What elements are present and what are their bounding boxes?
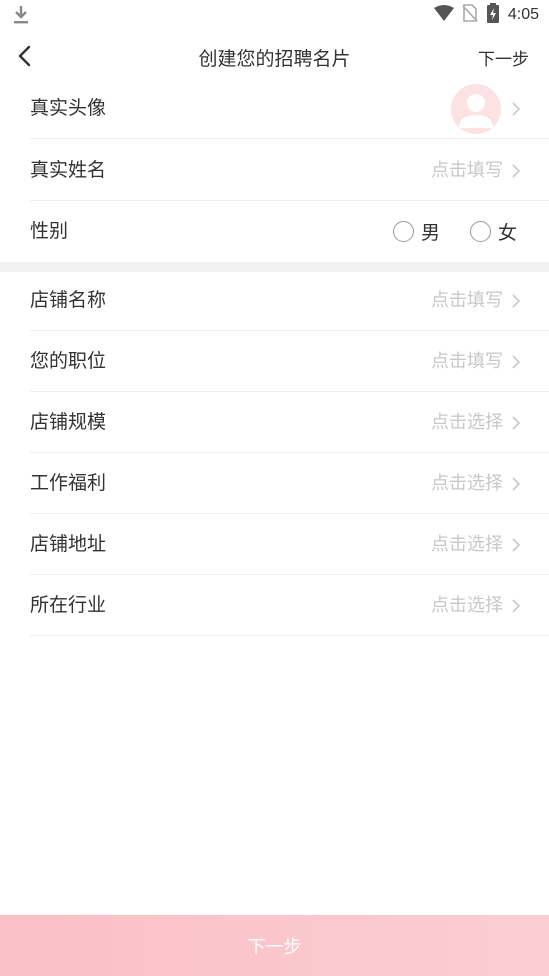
chevron-right-icon bbox=[512, 294, 521, 308]
name-label: 真实姓名 bbox=[30, 159, 107, 181]
store-row-label: 所在行业 bbox=[30, 594, 107, 616]
store-row[interactable]: 店铺地址 点击选择 bbox=[30, 514, 549, 575]
chevron-right-icon bbox=[512, 538, 521, 552]
page-title: 创建您的招聘名片 bbox=[198, 48, 351, 70]
chevron-right-icon bbox=[512, 599, 521, 613]
store-row-value: 点击选择 bbox=[431, 595, 503, 616]
name-value: 点击填写 bbox=[431, 160, 503, 181]
chevron-right-icon bbox=[512, 477, 521, 491]
store-row-value: 点击选择 bbox=[431, 473, 503, 494]
chevron-right-icon bbox=[512, 355, 521, 369]
store-row[interactable]: 所在行业 点击选择 bbox=[30, 575, 549, 636]
store-row-value: 点击填写 bbox=[431, 290, 503, 311]
gender-row: 性别 男 女 bbox=[30, 201, 549, 262]
store-row[interactable]: 工作福利 点击选择 bbox=[30, 453, 549, 514]
store-row-label: 您的职位 bbox=[30, 350, 107, 372]
user-avatar-icon bbox=[459, 94, 493, 128]
store-row-label: 工作福利 bbox=[30, 472, 107, 494]
avatar-row[interactable]: 真实头像 bbox=[30, 78, 549, 139]
gender-male-radio[interactable]: 男 bbox=[392, 218, 440, 245]
store-row-label: 店铺规模 bbox=[30, 411, 107, 433]
status-bar: 4:05 bbox=[0, 0, 549, 30]
next-step-button[interactable]: 下一步 bbox=[0, 915, 549, 976]
next-step-button-label: 下一步 bbox=[247, 936, 302, 958]
status-icons: 4:05 bbox=[433, 3, 539, 27]
battery-icon bbox=[486, 3, 500, 27]
gender-male-label: 男 bbox=[420, 222, 440, 244]
store-row[interactable]: 店铺名称 点击填写 bbox=[30, 270, 549, 331]
chevron-right-icon bbox=[512, 164, 521, 178]
chevron-right-icon bbox=[512, 416, 521, 430]
name-row[interactable]: 真实姓名 点击填写 bbox=[30, 140, 549, 201]
next-step-link[interactable]: 下一步 bbox=[478, 45, 529, 70]
download-icon bbox=[12, 5, 30, 29]
no-sim-icon bbox=[462, 4, 478, 26]
gender-female-label: 女 bbox=[497, 222, 517, 244]
header: 创建您的招聘名片 下一步 bbox=[0, 30, 549, 82]
gender-radio-group: 男 女 bbox=[392, 201, 517, 262]
wifi-icon bbox=[433, 5, 454, 25]
store-row-label: 店铺地址 bbox=[30, 533, 107, 555]
gender-label: 性别 bbox=[30, 220, 69, 242]
store-row-value: 点击填写 bbox=[431, 351, 503, 372]
radio-circle-icon bbox=[392, 221, 414, 242]
radio-circle-icon bbox=[469, 221, 491, 242]
store-row-value: 点击选择 bbox=[431, 412, 503, 433]
chevron-right-icon bbox=[512, 102, 521, 116]
store-row-label: 店铺名称 bbox=[30, 289, 107, 311]
avatar[interactable] bbox=[451, 84, 501, 134]
store-row[interactable]: 店铺规模 点击选择 bbox=[30, 392, 549, 453]
store-row[interactable]: 您的职位 点击填写 bbox=[30, 331, 549, 392]
status-time: 4:05 bbox=[507, 6, 539, 23]
store-row-value: 点击选择 bbox=[431, 534, 503, 555]
avatar-label: 真实头像 bbox=[30, 97, 107, 119]
gender-female-radio[interactable]: 女 bbox=[469, 218, 517, 245]
